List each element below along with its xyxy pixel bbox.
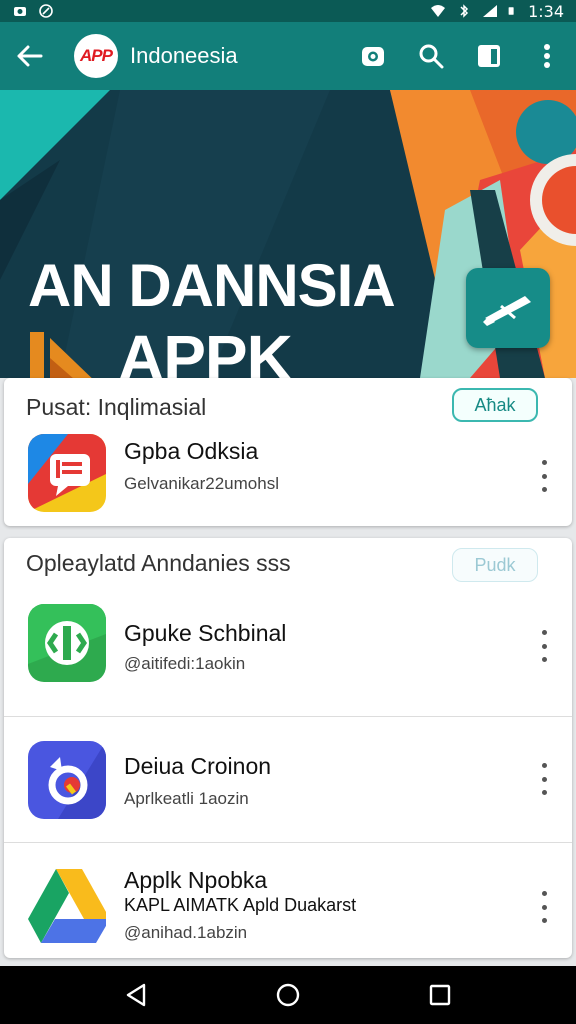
signal-icon	[483, 5, 498, 17]
more-vert-icon	[544, 44, 550, 68]
search-button[interactable]	[402, 22, 460, 90]
app-more-button[interactable]	[534, 759, 554, 799]
app-subtitle: Gelvanikar22umohsl	[124, 474, 279, 493]
camera-icon	[362, 47, 384, 66]
camera-button[interactable]	[344, 22, 402, 90]
app-icon	[28, 869, 106, 947]
app-logo: APP	[74, 34, 118, 78]
app-toolbar: APP Indoneesia	[0, 22, 576, 90]
nav-back-button[interactable]	[106, 966, 166, 1024]
toolbar-title: Indoneesia	[130, 43, 238, 68]
sync-icon	[39, 4, 53, 18]
app-logo-text: APP	[80, 46, 113, 65]
more-options-button[interactable]	[518, 22, 576, 90]
back-button[interactable]	[0, 22, 60, 90]
app-more-button[interactable]	[534, 626, 554, 666]
section-heading: Opleaylatd Anndanies sss	[26, 550, 291, 576]
wifi-icon	[431, 5, 446, 17]
search-icon	[419, 44, 444, 69]
nav-back-icon	[126, 983, 146, 1007]
bookmark-button[interactable]	[460, 22, 518, 90]
banner-logo-mark	[30, 332, 92, 378]
app-name: Applk Npobka	[124, 867, 268, 893]
bookmark-icon	[478, 45, 500, 67]
edit-tool-icon	[483, 296, 531, 326]
app-subtitle: Aprlkeatli 1aozin	[124, 789, 249, 808]
status-bar: 1:34	[0, 0, 576, 22]
app-icon	[28, 434, 106, 512]
section-action-chip[interactable]: Aħak	[452, 388, 538, 422]
app-list-item[interactable]: Deiua Croinon Aprlkeatli 1aozin	[4, 716, 572, 842]
section-heading: Pusat: Inqlimasial	[26, 394, 207, 420]
app-more-button[interactable]	[534, 887, 554, 927]
notification-icon	[14, 7, 26, 16]
app-icon	[28, 741, 106, 819]
nav-home-button[interactable]	[258, 966, 318, 1024]
app-list-item[interactable]: Gpuke Schbinal @aitifedi:1aokin	[4, 590, 572, 716]
app-description: KAPL AIMATK Apld Duakarst	[124, 895, 357, 915]
app-name: Gpba Odksia	[124, 438, 259, 464]
section-action-chip[interactable]: Pudk	[452, 548, 538, 582]
app-more-button[interactable]	[534, 456, 554, 496]
battery-icon	[508, 7, 514, 15]
banner-fab-button[interactable]	[466, 268, 550, 348]
bluetooth-icon	[460, 4, 469, 18]
featured-section-card: Pusat: Inqlimasial Aħak Gpba Odksia Gelv…	[4, 378, 572, 526]
status-time: 1:34	[528, 1, 564, 21]
nav-home-icon	[276, 983, 300, 1007]
banner-title: AN DANNSIA	[28, 252, 396, 319]
app-list-item[interactable]: Gpba Odksia Gelvanikar22umohsl	[4, 434, 572, 526]
app-list-section-card: Opleaylatd Anndanies sss Pudk Gpuke Schb…	[4, 538, 572, 958]
back-arrow-icon	[17, 45, 43, 67]
app-subtitle: @aitifedi:1aokin	[124, 654, 246, 673]
app-name: Gpuke Schbinal	[124, 620, 287, 646]
app-icon	[28, 604, 106, 682]
nav-recents-button[interactable]	[410, 966, 470, 1024]
app-subtitle: @anihad.1abzin	[124, 923, 248, 942]
system-nav-bar	[0, 966, 576, 1024]
app-name: Deiua Croinon	[124, 753, 272, 779]
banner-subtitle: APPK	[118, 322, 293, 378]
nav-recents-icon	[429, 984, 451, 1006]
app-list-item[interactable]: Applk Npobka KAPL AIMATK Apld Duakarst @…	[4, 842, 572, 968]
